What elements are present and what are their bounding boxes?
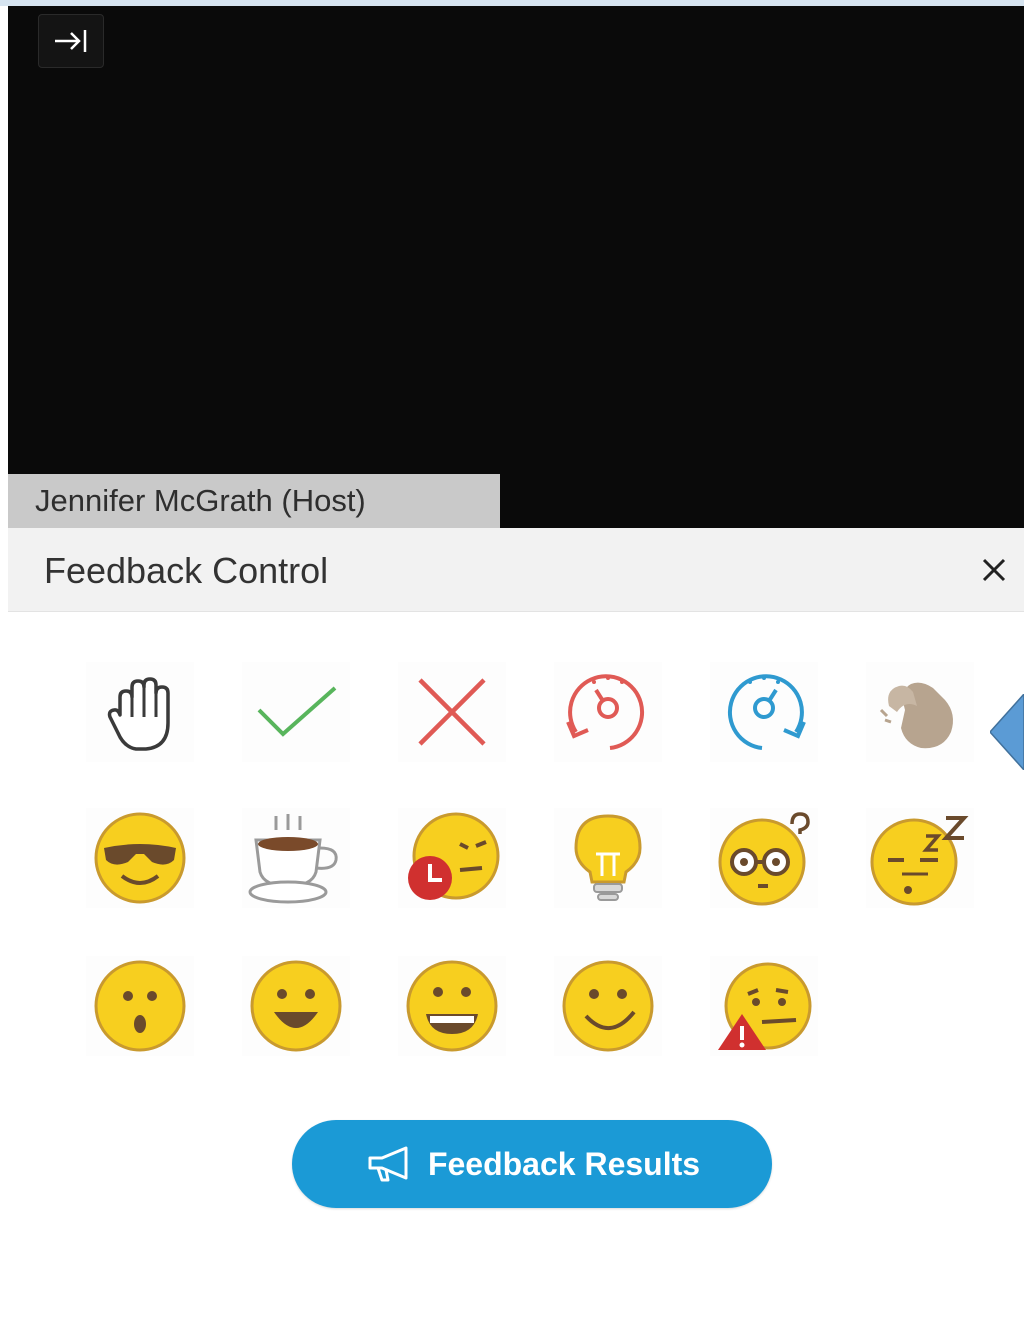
feedback-panel-header: Feedback Control bbox=[8, 528, 1024, 612]
feedback-raise-hand[interactable] bbox=[86, 662, 194, 762]
feedback-no[interactable] bbox=[398, 662, 506, 762]
feedback-warning[interactable] bbox=[710, 956, 818, 1056]
feedback-running-late[interactable] bbox=[398, 808, 506, 908]
host-name-label: Jennifer McGrath (Host) bbox=[8, 474, 500, 528]
smile-icon bbox=[562, 960, 654, 1052]
exit-fullscreen-icon bbox=[55, 30, 87, 52]
feedback-applause[interactable] bbox=[866, 662, 974, 762]
exit-fullscreen-button[interactable] bbox=[38, 14, 104, 68]
feedback-confused[interactable] bbox=[710, 808, 818, 908]
happy-icon bbox=[250, 960, 342, 1052]
go-slower-icon bbox=[566, 674, 645, 750]
feedback-happy[interactable] bbox=[242, 956, 350, 1056]
idea-icon bbox=[574, 814, 642, 901]
feedback-results-label: Feedback Results bbox=[427, 1145, 701, 1182]
callout-arrow bbox=[988, 692, 1024, 775]
video-area: Jennifer McGrath (Host) bbox=[8, 6, 1024, 528]
feedback-smile[interactable] bbox=[554, 956, 662, 1056]
running-late-icon bbox=[408, 812, 500, 900]
surprised-icon bbox=[94, 960, 186, 1052]
go-faster-icon bbox=[727, 674, 806, 750]
close-icon bbox=[982, 558, 1006, 582]
feedback-go-slower[interactable] bbox=[554, 662, 662, 762]
close-button[interactable] bbox=[974, 550, 1014, 590]
feedback-cool[interactable] bbox=[86, 808, 194, 908]
coffee-break-icon bbox=[248, 814, 338, 904]
feedback-yes[interactable] bbox=[242, 662, 350, 762]
feedback-idea[interactable] bbox=[554, 808, 662, 908]
megaphone-icon bbox=[364, 1144, 414, 1184]
confused-icon bbox=[718, 812, 810, 906]
warning-face-icon bbox=[718, 962, 812, 1050]
zoom-feedback-window: Jennifer McGrath (Host) Feedback Control bbox=[0, 0, 1024, 1334]
feedback-sleepy[interactable] bbox=[866, 808, 974, 908]
cool-icon bbox=[94, 812, 186, 904]
raise-hand-icon bbox=[107, 677, 170, 751]
sleepy-icon bbox=[870, 816, 969, 906]
panel-title: Feedback Control bbox=[44, 550, 329, 591]
feedback-results-button[interactable]: Feedback Results bbox=[292, 1120, 772, 1208]
no-x-icon bbox=[418, 678, 486, 746]
yes-check-icon bbox=[257, 686, 337, 737]
grinning-icon bbox=[406, 960, 498, 1052]
applause-icon bbox=[879, 682, 953, 749]
feedback-coffee-break[interactable] bbox=[242, 808, 350, 908]
feedback-grinning[interactable] bbox=[398, 956, 506, 1056]
feedback-surprised[interactable] bbox=[86, 956, 194, 1056]
feedback-go-faster[interactable] bbox=[710, 662, 818, 762]
